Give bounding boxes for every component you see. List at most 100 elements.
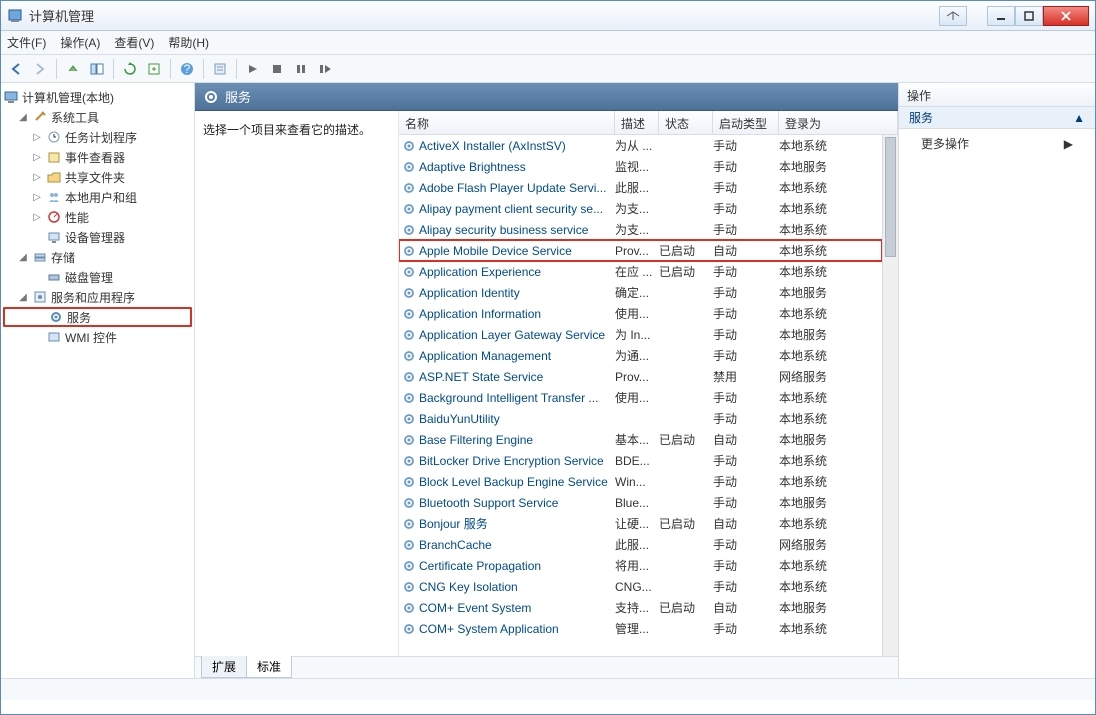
tree-diskmgmt[interactable]: ▷磁盘管理 [3,267,192,287]
col-name[interactable]: 名称 [399,111,615,134]
menu-file[interactable]: 文件(F) [7,34,46,51]
service-row[interactable]: Adaptive Brightness监视...手动本地服务 [399,156,882,177]
tree-localusers[interactable]: ▷本地用户和组 [3,187,192,207]
service-name: BaiduYunUtility [419,412,615,426]
service-row[interactable]: CNG Key IsolationCNG...手动本地系统 [399,576,882,597]
service-row[interactable]: ASP.NET State ServiceProv...禁用网络服务 [399,366,882,387]
tree-servicesapps[interactable]: ◢服务和应用程序 [3,287,192,307]
service-logon: 本地服务 [779,431,882,448]
service-row[interactable]: Alipay security business service为支...手动本… [399,219,882,240]
service-row[interactable]: Apple Mobile Device ServiceProv...已启动自动本… [399,240,882,261]
restart-service-button[interactable] [314,58,336,80]
service-name: Block Level Backup Engine Service [419,475,615,489]
minimize-button[interactable] [987,6,1015,26]
expand-icon[interactable]: ▷ [31,132,43,143]
tree-systools[interactable]: ◢系统工具 [3,107,192,127]
menu-action[interactable]: 操作(A) [60,34,100,51]
service-desc: BDE... [615,454,659,468]
col-startup[interactable]: 启动类型 [713,111,779,134]
export-button[interactable] [143,58,165,80]
tree-root[interactable]: 计算机管理(本地) [3,87,192,107]
menu-view[interactable]: 查看(V) [114,34,154,51]
close-button[interactable] [1043,6,1089,26]
actions-header: 操作 [899,83,1095,107]
service-desc: Blue... [615,496,659,510]
service-row[interactable]: Application Management为通...手动本地系统 [399,345,882,366]
properties-button[interactable] [209,58,231,80]
service-logon: 本地系统 [779,389,882,406]
start-service-button[interactable] [242,58,264,80]
expand-icon[interactable]: ▷ [31,172,43,183]
service-row[interactable]: BitLocker Drive Encryption ServiceBDE...… [399,450,882,471]
service-desc: 为支... [615,200,659,217]
service-row[interactable]: Application Identity确定...手动本地服务 [399,282,882,303]
gear-icon [399,517,419,531]
expand-icon[interactable]: ▷ [31,152,43,163]
stop-service-button[interactable] [266,58,288,80]
expand-icon[interactable]: ▷ [31,192,43,203]
maximize-button[interactable] [1015,6,1043,26]
collapse-icon[interactable]: ◢ [17,252,29,263]
tree-taskscheduler[interactable]: ▷任务计划程序 [3,127,192,147]
tree-devicemgr[interactable]: ▷设备管理器 [3,227,192,247]
help-button-toolbar[interactable]: ? [176,58,198,80]
col-desc[interactable]: 描述 [615,111,659,134]
service-logon: 本地系统 [779,221,882,238]
service-row[interactable]: Application Experience在应 ...已启动手动本地系统 [399,261,882,282]
collapse-icon[interactable]: ◢ [17,112,29,123]
service-row[interactable]: Certificate Propagation将用...手动本地系统 [399,555,882,576]
service-name: Alipay security business service [419,223,615,237]
tree-eventviewer[interactable]: ▷事件查看器 [3,147,192,167]
service-startup: 手动 [713,263,779,280]
service-name: Bonjour 服务 [419,515,615,532]
service-row[interactable]: COM+ Event System支持...已启动自动本地服务 [399,597,882,618]
tree-sharedfolders[interactable]: ▷共享文件夹 [3,167,192,187]
collapse-icon[interactable]: ◢ [17,292,29,303]
service-row[interactable]: Bluetooth Support ServiceBlue...手动本地服务 [399,492,882,513]
menu-bar: 文件(F) 操作(A) 查看(V) 帮助(H) [1,31,1095,55]
service-row[interactable]: Background Intelligent Transfer ...使用...… [399,387,882,408]
tree-performance[interactable]: ▷性能 [3,207,192,227]
show-hide-tree-button[interactable] [86,58,108,80]
service-logon: 本地系统 [779,473,882,490]
back-button[interactable] [5,58,27,80]
service-row[interactable]: COM+ System Application管理...手动本地系统 [399,618,882,639]
service-row[interactable]: Application Layer Gateway Service为 In...… [399,324,882,345]
actions-more[interactable]: 更多操作 ▶ [899,129,1095,158]
service-name: BitLocker Drive Encryption Service [419,454,615,468]
up-button[interactable] [62,58,84,80]
expand-icon[interactable]: ▷ [31,212,43,223]
tree-storage[interactable]: ◢存储 [3,247,192,267]
help-button[interactable] [939,6,967,26]
scroll-thumb[interactable] [885,137,896,257]
gear-icon [399,433,419,447]
service-row[interactable]: Base Filtering Engine基本...已启动自动本地服务 [399,429,882,450]
service-row[interactable]: BaiduYunUtility手动本地系统 [399,408,882,429]
pause-service-button[interactable] [290,58,312,80]
actions-sub-services[interactable]: 服务 ▲ [899,107,1095,129]
service-row[interactable]: BranchCache此服...手动网络服务 [399,534,882,555]
service-name: Alipay payment client security se... [419,202,615,216]
menu-help[interactable]: 帮助(H) [168,34,209,51]
service-row[interactable]: Bonjour 服务让硬...已启动自动本地系统 [399,513,882,534]
service-startup: 手动 [713,494,779,511]
vertical-scrollbar[interactable] [882,135,898,656]
refresh-button[interactable] [119,58,141,80]
col-status[interactable]: 状态 [659,111,713,134]
col-logon[interactable]: 登录为 [779,111,898,134]
gear-icon [399,559,419,573]
service-status: 已启动 [659,242,713,259]
service-row[interactable]: Block Level Backup Engine ServiceWin...手… [399,471,882,492]
tree-wmi[interactable]: ▷WMI 控件 [3,327,192,347]
service-logon: 本地系统 [779,242,882,259]
forward-button[interactable] [29,58,51,80]
tab-extended[interactable]: 扩展 [201,656,247,678]
service-row[interactable]: Alipay payment client security se...为支..… [399,198,882,219]
service-row[interactable]: ActiveX Installer (AxInstSV)为从 ...手动本地系统 [399,135,882,156]
service-startup: 手动 [713,473,779,490]
service-logon: 本地系统 [779,515,882,532]
tree-services[interactable]: ▷服务 [3,307,192,327]
service-row[interactable]: Adobe Flash Player Update Servi...此服...手… [399,177,882,198]
tab-standard[interactable]: 标准 [246,656,292,678]
service-row[interactable]: Application Information使用...手动本地系统 [399,303,882,324]
